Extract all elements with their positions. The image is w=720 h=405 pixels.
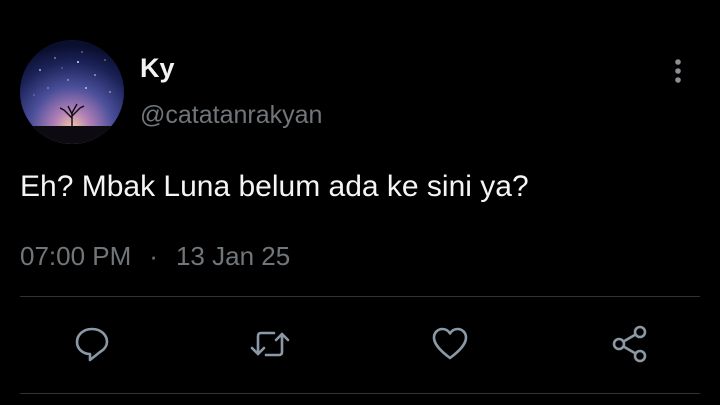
action-bar: [0, 324, 720, 364]
share-button[interactable]: [608, 324, 652, 364]
tweet-text: Eh? Mbak Luna belum ada ke sini ya?: [20, 170, 529, 203]
meta-separator: ·: [149, 241, 158, 271]
like-button[interactable]: [428, 324, 472, 364]
tweet-date: 13 Jan 25: [175, 241, 291, 271]
user-handle[interactable]: @catatanrakyan: [140, 100, 322, 130]
divider: [20, 296, 700, 297]
avatar-image: [20, 40, 124, 144]
reply-button[interactable]: [70, 324, 114, 364]
reply-icon: [75, 327, 109, 362]
divider: [20, 393, 700, 394]
retweet-icon: [250, 331, 290, 357]
more-options-button[interactable]: [664, 56, 692, 86]
tweet-timestamp[interactable]: 07:00 PM · 13 Jan 25: [20, 240, 290, 272]
share-icon: [612, 325, 647, 363]
heart-icon: [432, 327, 468, 360]
retweet-button[interactable]: [248, 324, 292, 364]
more-vertical-icon: [675, 59, 681, 83]
tweet-time: 07:00 PM: [20, 241, 132, 271]
avatar[interactable]: [20, 40, 124, 144]
display-name[interactable]: Ky: [140, 52, 175, 84]
